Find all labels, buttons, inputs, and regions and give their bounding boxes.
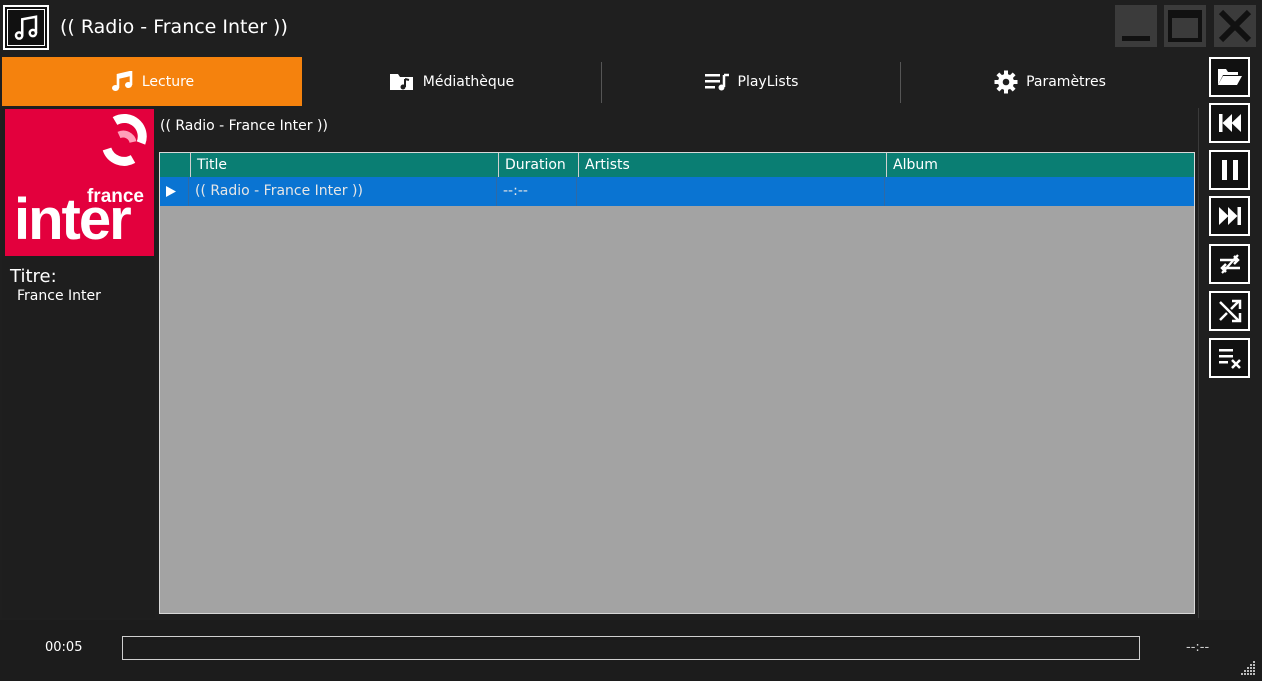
play-indicator-icon <box>160 177 188 206</box>
row-artists <box>576 177 884 206</box>
gear-icon <box>994 70 1018 93</box>
maximize-icon <box>1168 10 1202 42</box>
close-button[interactable] <box>1214 5 1256 47</box>
shuffle-button[interactable] <box>1209 291 1250 331</box>
column-header-artists[interactable]: Artists <box>578 153 886 177</box>
row-album <box>884 177 1194 206</box>
tab-label: Lecture <box>141 73 195 90</box>
playlist-grid[interactable]: Title Duration Artists Album (( Radio - … <box>159 152 1195 614</box>
tab-mediatheque[interactable]: Médiathèque <box>302 57 601 106</box>
tab-label: PlayLists <box>737 73 799 90</box>
open-folder-icon <box>1217 69 1242 85</box>
shuffle-icon <box>1218 299 1241 323</box>
tab-label: Paramètres <box>1026 73 1106 90</box>
clear-playlist-icon <box>1218 349 1241 369</box>
now-playing-panel: france inter Titre: France Inter <box>2 108 156 618</box>
resize-grip-icon[interactable] <box>1240 660 1256 676</box>
previous-icon <box>1218 114 1241 132</box>
close-icon <box>1218 9 1252 43</box>
window-title: (( Radio - France Inter )) <box>60 16 288 38</box>
current-time: 00:05 <box>45 640 83 655</box>
row-title: (( Radio - France Inter )) <box>188 177 496 206</box>
next-icon <box>1218 207 1241 225</box>
column-header-title[interactable]: Title <box>190 153 498 177</box>
row-duration: --:-- <box>496 177 576 206</box>
playlist-icon <box>704 73 729 90</box>
tab-label: Médiathèque <box>422 73 515 90</box>
grid-header: Title Duration Artists Album <box>160 153 1194 177</box>
repeat-button[interactable] <box>1209 244 1250 284</box>
music-note-icon[interactable] <box>3 5 49 50</box>
minimize-icon <box>1122 36 1150 41</box>
repeat-icon <box>1219 254 1240 274</box>
column-header-indicator <box>160 153 190 177</box>
title-value: France Inter <box>17 288 101 304</box>
previous-button[interactable] <box>1209 103 1250 143</box>
column-header-album[interactable]: Album <box>886 153 1194 177</box>
pause-button[interactable] <box>1209 150 1250 190</box>
clear-playlist-button[interactable] <box>1209 338 1250 378</box>
tab-playlists[interactable]: PlayLists <box>602 57 900 106</box>
minimize-button[interactable] <box>1115 5 1157 47</box>
folder-music-icon <box>389 73 413 90</box>
column-header-duration[interactable]: Duration <box>498 153 578 177</box>
app-window: (( Radio - France Inter )) Lecture Média… <box>0 0 1262 681</box>
playlist-name: (( Radio - France Inter )) <box>160 118 328 134</box>
next-button[interactable] <box>1209 196 1250 236</box>
tab-parametres[interactable]: Paramètres <box>901 57 1199 106</box>
seek-bar[interactable] <box>122 636 1140 660</box>
pause-icon <box>1221 160 1238 180</box>
table-row[interactable]: (( Radio - France Inter )) --:-- <box>160 177 1194 206</box>
tab-bar: Lecture Médiathèque PlayLists Paramètres <box>2 57 1199 107</box>
open-folder-button[interactable] <box>1209 57 1250 97</box>
title-label: Titre: <box>10 266 57 287</box>
total-time: --:-- <box>1186 640 1210 655</box>
cover-logo-big-text: inter <box>14 187 132 252</box>
tab-lecture[interactable]: Lecture <box>2 57 302 106</box>
music-note-icon <box>111 70 133 91</box>
album-cover: france inter <box>5 109 154 256</box>
maximize-button[interactable] <box>1164 5 1206 47</box>
